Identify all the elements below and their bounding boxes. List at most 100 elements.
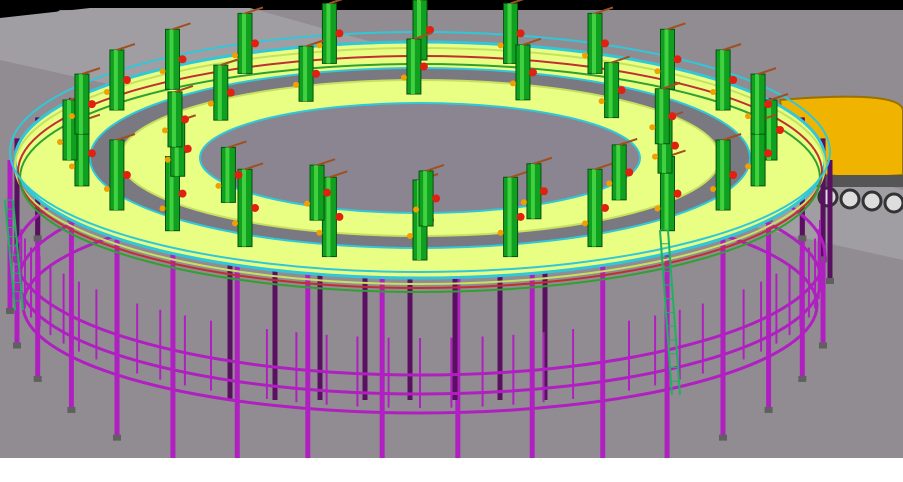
column-footing	[67, 406, 76, 413]
valve	[497, 42, 504, 49]
valve	[161, 127, 168, 134]
valve	[293, 81, 300, 88]
valve	[335, 212, 344, 221]
valve	[232, 220, 238, 227]
valve	[159, 205, 166, 212]
vessel-highlight	[113, 50, 118, 110]
column-footing	[798, 235, 807, 242]
valve	[710, 186, 717, 192]
vessel-highlight	[314, 165, 319, 221]
vessel-highlight	[507, 177, 512, 257]
vessel-highlight	[664, 29, 669, 90]
valve	[234, 170, 243, 179]
valve	[654, 205, 661, 212]
valve	[407, 233, 413, 239]
valve	[654, 68, 661, 75]
valve	[601, 39, 609, 48]
truck-wheel	[883, 192, 903, 214]
column-footing	[113, 434, 122, 441]
valve	[183, 144, 192, 153]
vessel-highlight	[720, 140, 725, 210]
valve	[606, 180, 613, 187]
valve	[601, 203, 609, 212]
valve	[582, 52, 588, 59]
vessel-highlight	[507, 3, 512, 64]
valve	[323, 188, 332, 197]
valve	[432, 194, 441, 203]
footer-strip	[0, 458, 903, 482]
valve	[497, 229, 504, 236]
valve	[103, 89, 110, 95]
valve	[539, 187, 548, 196]
truck-wheel	[839, 188, 861, 210]
column-footing	[33, 375, 42, 382]
valve	[400, 74, 407, 81]
valve	[673, 55, 682, 64]
vessel-highlight	[217, 65, 222, 121]
valve	[598, 98, 605, 105]
column-footing	[819, 342, 828, 349]
valve	[215, 182, 222, 189]
valve	[68, 113, 75, 120]
truck-wheel	[861, 190, 883, 212]
valve	[652, 153, 659, 160]
render-viewport	[0, 0, 903, 458]
vessel-highlight	[242, 13, 246, 74]
valve	[232, 52, 238, 59]
valve	[304, 200, 311, 207]
column-footing	[6, 308, 14, 314]
valve	[207, 100, 214, 107]
valve	[582, 220, 588, 227]
vessel-highlight	[592, 169, 596, 247]
valve	[251, 203, 259, 212]
valve	[103, 186, 110, 192]
vessel-highlight	[608, 62, 613, 118]
valve	[226, 88, 235, 97]
valve	[668, 112, 677, 121]
column-footing	[33, 235, 42, 242]
valve	[159, 68, 166, 75]
valve	[87, 100, 96, 109]
valve	[528, 68, 537, 77]
valve	[625, 168, 634, 177]
vessel-highlight	[659, 88, 664, 144]
valve	[516, 29, 525, 38]
valve	[122, 76, 131, 84]
valve	[251, 39, 259, 48]
valve	[729, 76, 738, 84]
vessel-highlight	[303, 46, 308, 102]
vessel-highlight	[720, 50, 725, 110]
valve	[673, 189, 682, 198]
valve	[617, 86, 626, 95]
valve	[87, 149, 96, 158]
vessel-highlight	[423, 170, 428, 226]
valve	[178, 55, 187, 64]
vessel-highlight	[169, 29, 174, 90]
vessel-highlight	[519, 44, 524, 100]
valve	[164, 156, 171, 163]
vessel-highlight	[616, 144, 621, 200]
vessel-highlight	[67, 100, 71, 160]
vessel-highlight	[113, 140, 118, 210]
vessel-highlight	[755, 74, 760, 135]
column-footing	[718, 434, 727, 441]
valve	[312, 69, 321, 78]
vessel-highlight	[592, 13, 596, 74]
valve	[509, 80, 516, 87]
vessel-highlight	[171, 91, 176, 147]
valve	[745, 113, 752, 120]
vessel-highlight	[410, 39, 415, 95]
vessel-highlight	[242, 169, 246, 247]
vessel-highlight	[530, 163, 535, 219]
vessel-highlight	[225, 147, 230, 203]
valve	[316, 229, 323, 236]
valve	[710, 89, 717, 95]
valve	[776, 126, 784, 134]
valve	[335, 29, 344, 38]
valve	[764, 149, 773, 158]
valve	[68, 163, 75, 170]
valve	[520, 199, 527, 206]
valve	[764, 100, 773, 109]
vessel-highlight	[326, 3, 331, 64]
valve	[122, 171, 131, 179]
